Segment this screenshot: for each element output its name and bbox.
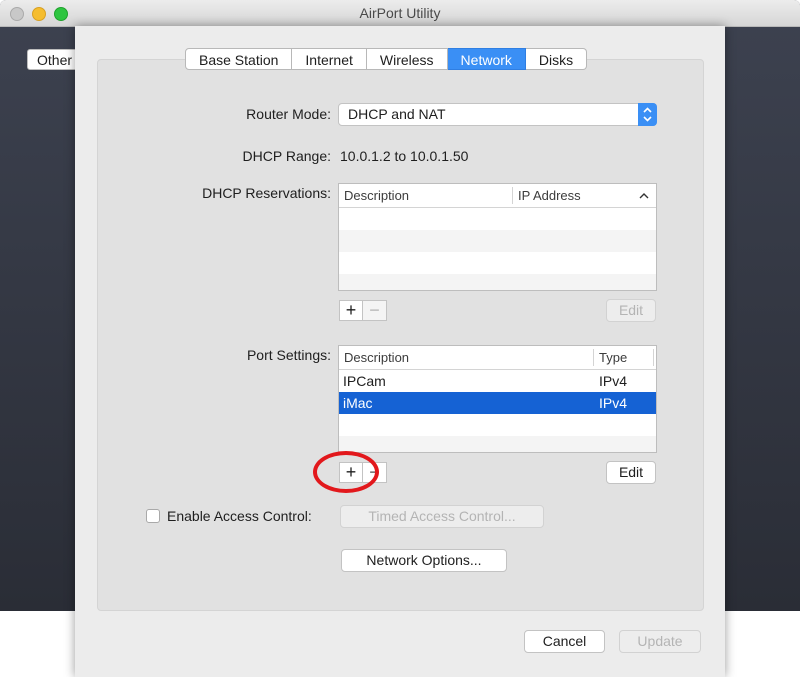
empty-row xyxy=(339,436,656,452)
router-mode-value: DHCP and NAT xyxy=(348,106,446,122)
router-mode-label: Router Mode: xyxy=(246,106,331,122)
table-row[interactable]: IPCam IPv4 xyxy=(339,370,656,392)
tab-base-station[interactable]: Base Station xyxy=(185,48,293,70)
port-description: IPCam xyxy=(343,373,386,389)
dhcp-reservations-add-remove: + − xyxy=(339,300,387,321)
tab-disks[interactable]: Disks xyxy=(525,48,588,70)
settings-sheet: Base Station Internet Wireless Network D… xyxy=(75,26,725,677)
column-header-type[interactable]: Type xyxy=(599,346,627,369)
minimize-window-button[interactable] xyxy=(32,7,46,21)
network-tab-panel xyxy=(97,59,704,611)
empty-row xyxy=(339,414,656,436)
tab-bar: Base Station Internet Wireless Network D… xyxy=(185,48,588,70)
chevron-up-down-icon xyxy=(638,103,657,126)
edit-reservation-button[interactable]: Edit xyxy=(606,299,656,322)
add-port-button[interactable]: + xyxy=(339,462,363,483)
dhcp-range-label: DHCP Range: xyxy=(242,148,331,164)
port-settings-add-remove: + − xyxy=(339,462,387,483)
tab-internet[interactable]: Internet xyxy=(292,48,367,70)
enable-access-control-label: Enable Access Control: xyxy=(167,508,312,524)
dhcp-range-value: 10.0.1.2 to 10.0.1.50 xyxy=(340,148,469,164)
port-description: iMac xyxy=(343,395,373,411)
port-settings-table[interactable]: Description Type IPCam IPv4 iMac IPv4 xyxy=(338,345,657,453)
tab-wireless[interactable]: Wireless xyxy=(366,48,448,70)
port-type: IPv4 xyxy=(599,395,628,411)
edit-port-button[interactable]: Edit xyxy=(606,461,656,484)
remove-port-button[interactable]: − xyxy=(363,462,387,483)
add-reservation-button[interactable]: + xyxy=(339,300,363,321)
enable-access-control-checkbox[interactable] xyxy=(146,509,160,523)
empty-row xyxy=(339,252,656,274)
empty-row xyxy=(339,208,656,230)
close-window-button[interactable] xyxy=(10,7,24,21)
port-settings-label: Port Settings: xyxy=(246,347,331,363)
column-header-description[interactable]: Description xyxy=(344,346,409,369)
timed-access-control-button[interactable]: Timed Access Control... xyxy=(340,505,544,528)
window-title: AirPort Utility xyxy=(359,5,441,21)
empty-row xyxy=(339,274,656,290)
column-header-ip-address[interactable]: IP Address xyxy=(518,184,581,207)
table-header: Description IP Address xyxy=(339,184,656,208)
empty-row xyxy=(339,230,656,252)
remove-reservation-button[interactable]: − xyxy=(363,300,387,321)
table-row-selected[interactable]: iMac IPv4 xyxy=(339,392,656,414)
update-button[interactable]: Update xyxy=(619,630,701,653)
cancel-button[interactable]: Cancel xyxy=(524,630,605,653)
dhcp-reservations-table[interactable]: Description IP Address xyxy=(338,183,657,291)
dhcp-reservations-label: DHCP Reservations: xyxy=(202,185,331,201)
table-header: Description Type xyxy=(339,346,656,370)
router-mode-select[interactable]: DHCP and NAT xyxy=(338,103,657,126)
network-options-button[interactable]: Network Options... xyxy=(341,549,507,572)
tab-network[interactable]: Network xyxy=(447,48,526,70)
port-type: IPv4 xyxy=(599,373,628,389)
column-header-description[interactable]: Description xyxy=(344,184,409,207)
title-bar: AirPort Utility xyxy=(0,0,800,27)
zoom-window-button[interactable] xyxy=(54,7,68,21)
